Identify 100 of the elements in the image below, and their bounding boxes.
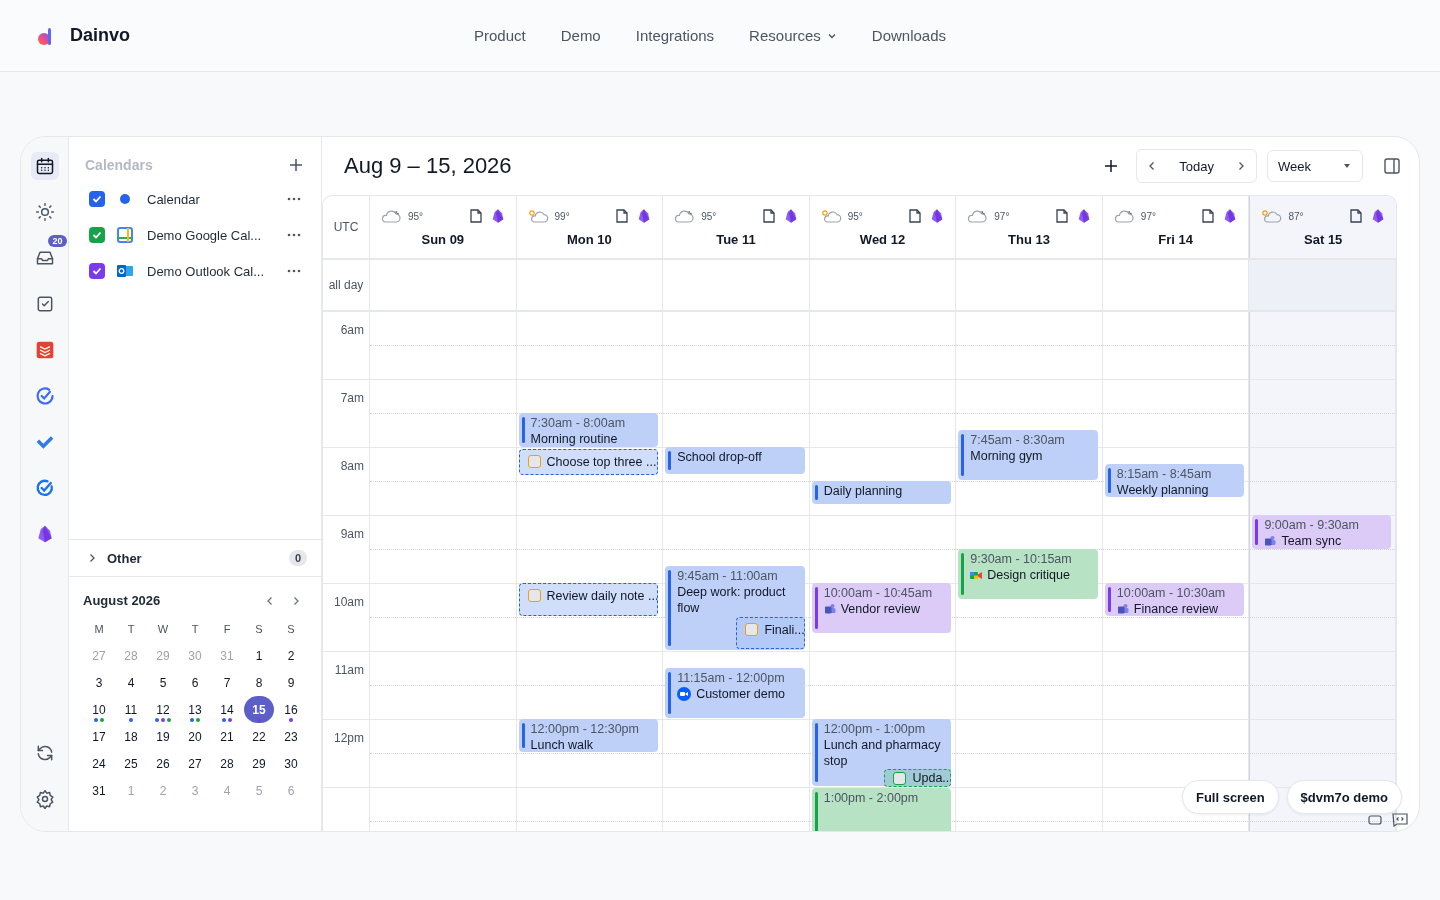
day-header[interactable]: 97° Thu 13 [956,196,1103,258]
weekday-label: S [286,622,296,637]
task-checkbox[interactable] [893,771,907,785]
date-cell[interactable]: 4 [115,669,147,696]
date-cell[interactable]: 1 [243,642,275,669]
day-header[interactable]: 99° Mon 10 [516,196,664,258]
calendar-icon[interactable] [34,156,55,176]
note-icon[interactable] [1348,208,1364,224]
date-cell[interactable]: 24 [83,750,115,777]
date-cell[interactable]: 28 [211,750,243,777]
date-cell[interactable]: 3 [83,669,115,696]
date-cell[interactable]: 13 [179,696,211,723]
inbox-icon[interactable] [34,248,55,268]
date-cell[interactable]: 30 [275,750,307,777]
nav-link[interactable]: Downloads [871,27,947,44]
task-checkbox[interactable] [527,589,541,602]
add-icon[interactable] [289,158,303,172]
date-cell[interactable]: 22 [243,723,275,750]
sidebar-toggle-icon[interactable] [1383,157,1401,175]
date-cell[interactable]: 9 [275,669,307,696]
note-icon[interactable] [760,208,777,224]
nav-link[interactable]: Integrations [635,27,715,44]
date-cell[interactable]: 18 [115,723,147,750]
date-cell[interactable]: 23 [275,723,307,750]
chevron-right-icon[interactable] [87,553,97,563]
floating-button[interactable]: Full screen [1181,780,1279,814]
settings-icon[interactable] [34,789,55,809]
view-dropdown[interactable]: Week [1267,150,1363,182]
day-header[interactable]: 95° Tue 11 [663,196,810,258]
calendar-event[interactable]: 11:15am - 12:00pm Customer demo [665,668,805,718]
day-header[interactable]: 95° Wed 12 [809,196,957,258]
date-cell[interactable]: 14 [211,696,243,723]
calendar-event[interactable]: 7:30am - 8:00am Morning routine [518,413,659,447]
date-cell[interactable]: 11 [115,696,147,723]
date-cell[interactable]: 25 [115,750,147,777]
calendar-event[interactable]: School drop-off [665,447,805,474]
date-cell[interactable]: 12 [147,696,179,723]
date-cell[interactable]: 29 [243,750,275,777]
task-item[interactable]: Choose top three ... [518,449,659,475]
today-button[interactable]: Today [1167,158,1226,174]
date-cell[interactable]: 21 [211,723,243,750]
date-cell[interactable]: 16 [275,696,307,723]
calendar-event[interactable]: 12:00pm - 12:30pm Lunch walk [518,719,659,752]
calendar-event[interactable]: Daily planning [811,481,952,504]
check-circle-icon[interactable] [34,386,55,406]
task-item[interactable]: Review daily note ... [518,583,659,616]
layers-icon[interactable] [34,340,55,360]
task-item[interactable]: Upda... [884,769,952,787]
task-checkbox[interactable] [745,623,759,636]
chevron-left-icon[interactable] [265,595,275,606]
task-item[interactable]: Finali... [736,617,805,649]
calendar-event[interactable]: 9:30am - 10:15am Design critique [958,549,1098,599]
calendar-event[interactable]: 9:00am - 9:30am Team sync [1252,515,1391,549]
add-icon[interactable] [1104,159,1119,173]
date-cell[interactable]: 6 [179,669,211,696]
nav-link[interactable]: Resources [749,27,837,44]
calendar-event[interactable]: 8:15am - 8:45am Weekly planning [1104,464,1245,497]
chevron-right-icon[interactable] [1236,161,1246,171]
note-icon[interactable] [614,208,631,224]
date-cell[interactable]: 17 [83,723,115,750]
calendar-event[interactable]: 10:00am - 10:45am Vendor review [811,583,952,633]
date-cell[interactable]: 2 [275,642,307,669]
date-cell[interactable]: 19 [147,723,179,750]
date-cell[interactable]: 5 [147,669,179,696]
calendar-checkbox[interactable] [89,263,105,279]
note-icon[interactable] [907,208,924,224]
date-cell[interactable]: 26 [147,750,179,777]
more-icon[interactable] [287,269,301,273]
event-title: Morning gym [970,448,1043,464]
code-icon[interactable] [1392,813,1408,827]
day-header[interactable]: 95° Sun 09 [370,196,517,258]
date-cell[interactable]: 8 [243,669,275,696]
robot-icon[interactable] [1368,813,1382,825]
date-cell[interactable]: 31 [83,777,115,804]
more-icon[interactable] [287,197,301,201]
calendar-checkbox[interactable] [89,191,105,207]
note-icon[interactable] [467,208,484,224]
nav-link[interactable]: Product [474,27,526,44]
date-cell[interactable]: 15 [244,696,274,723]
more-icon[interactable] [287,233,301,237]
task-checkbox[interactable] [527,455,541,468]
chevron-right-icon[interactable] [291,595,301,606]
sun-icon[interactable] [34,202,55,222]
note-icon[interactable] [1200,208,1217,224]
calendar-event[interactable]: 7:45am - 8:30am Morning gym [958,430,1098,480]
date-cell[interactable]: 7 [211,669,243,696]
date-cell[interactable]: 27 [179,750,211,777]
floating-button[interactable]: $dvm7o demo [1286,780,1402,814]
gem-icon[interactable] [1370,208,1386,224]
calendar-checkbox[interactable] [89,227,105,243]
calendar-event[interactable]: 10:00am - 10:30am Finance review [1104,583,1245,616]
event-time: 9:30am - 10:15am [970,551,1073,567]
target-check-icon[interactable] [34,478,55,498]
day-header[interactable]: 87° Sat 15 [1249,196,1396,258]
event-title: Finance review [1133,601,1218,616]
date-cell[interactable]: 20 [179,723,211,750]
note-icon[interactable] [1053,208,1070,224]
nav-link[interactable]: Demo [560,27,601,44]
date-cell[interactable]: 10 [83,696,115,723]
calendar-event[interactable]: 1:00pm - 2:00pm [811,788,952,831]
